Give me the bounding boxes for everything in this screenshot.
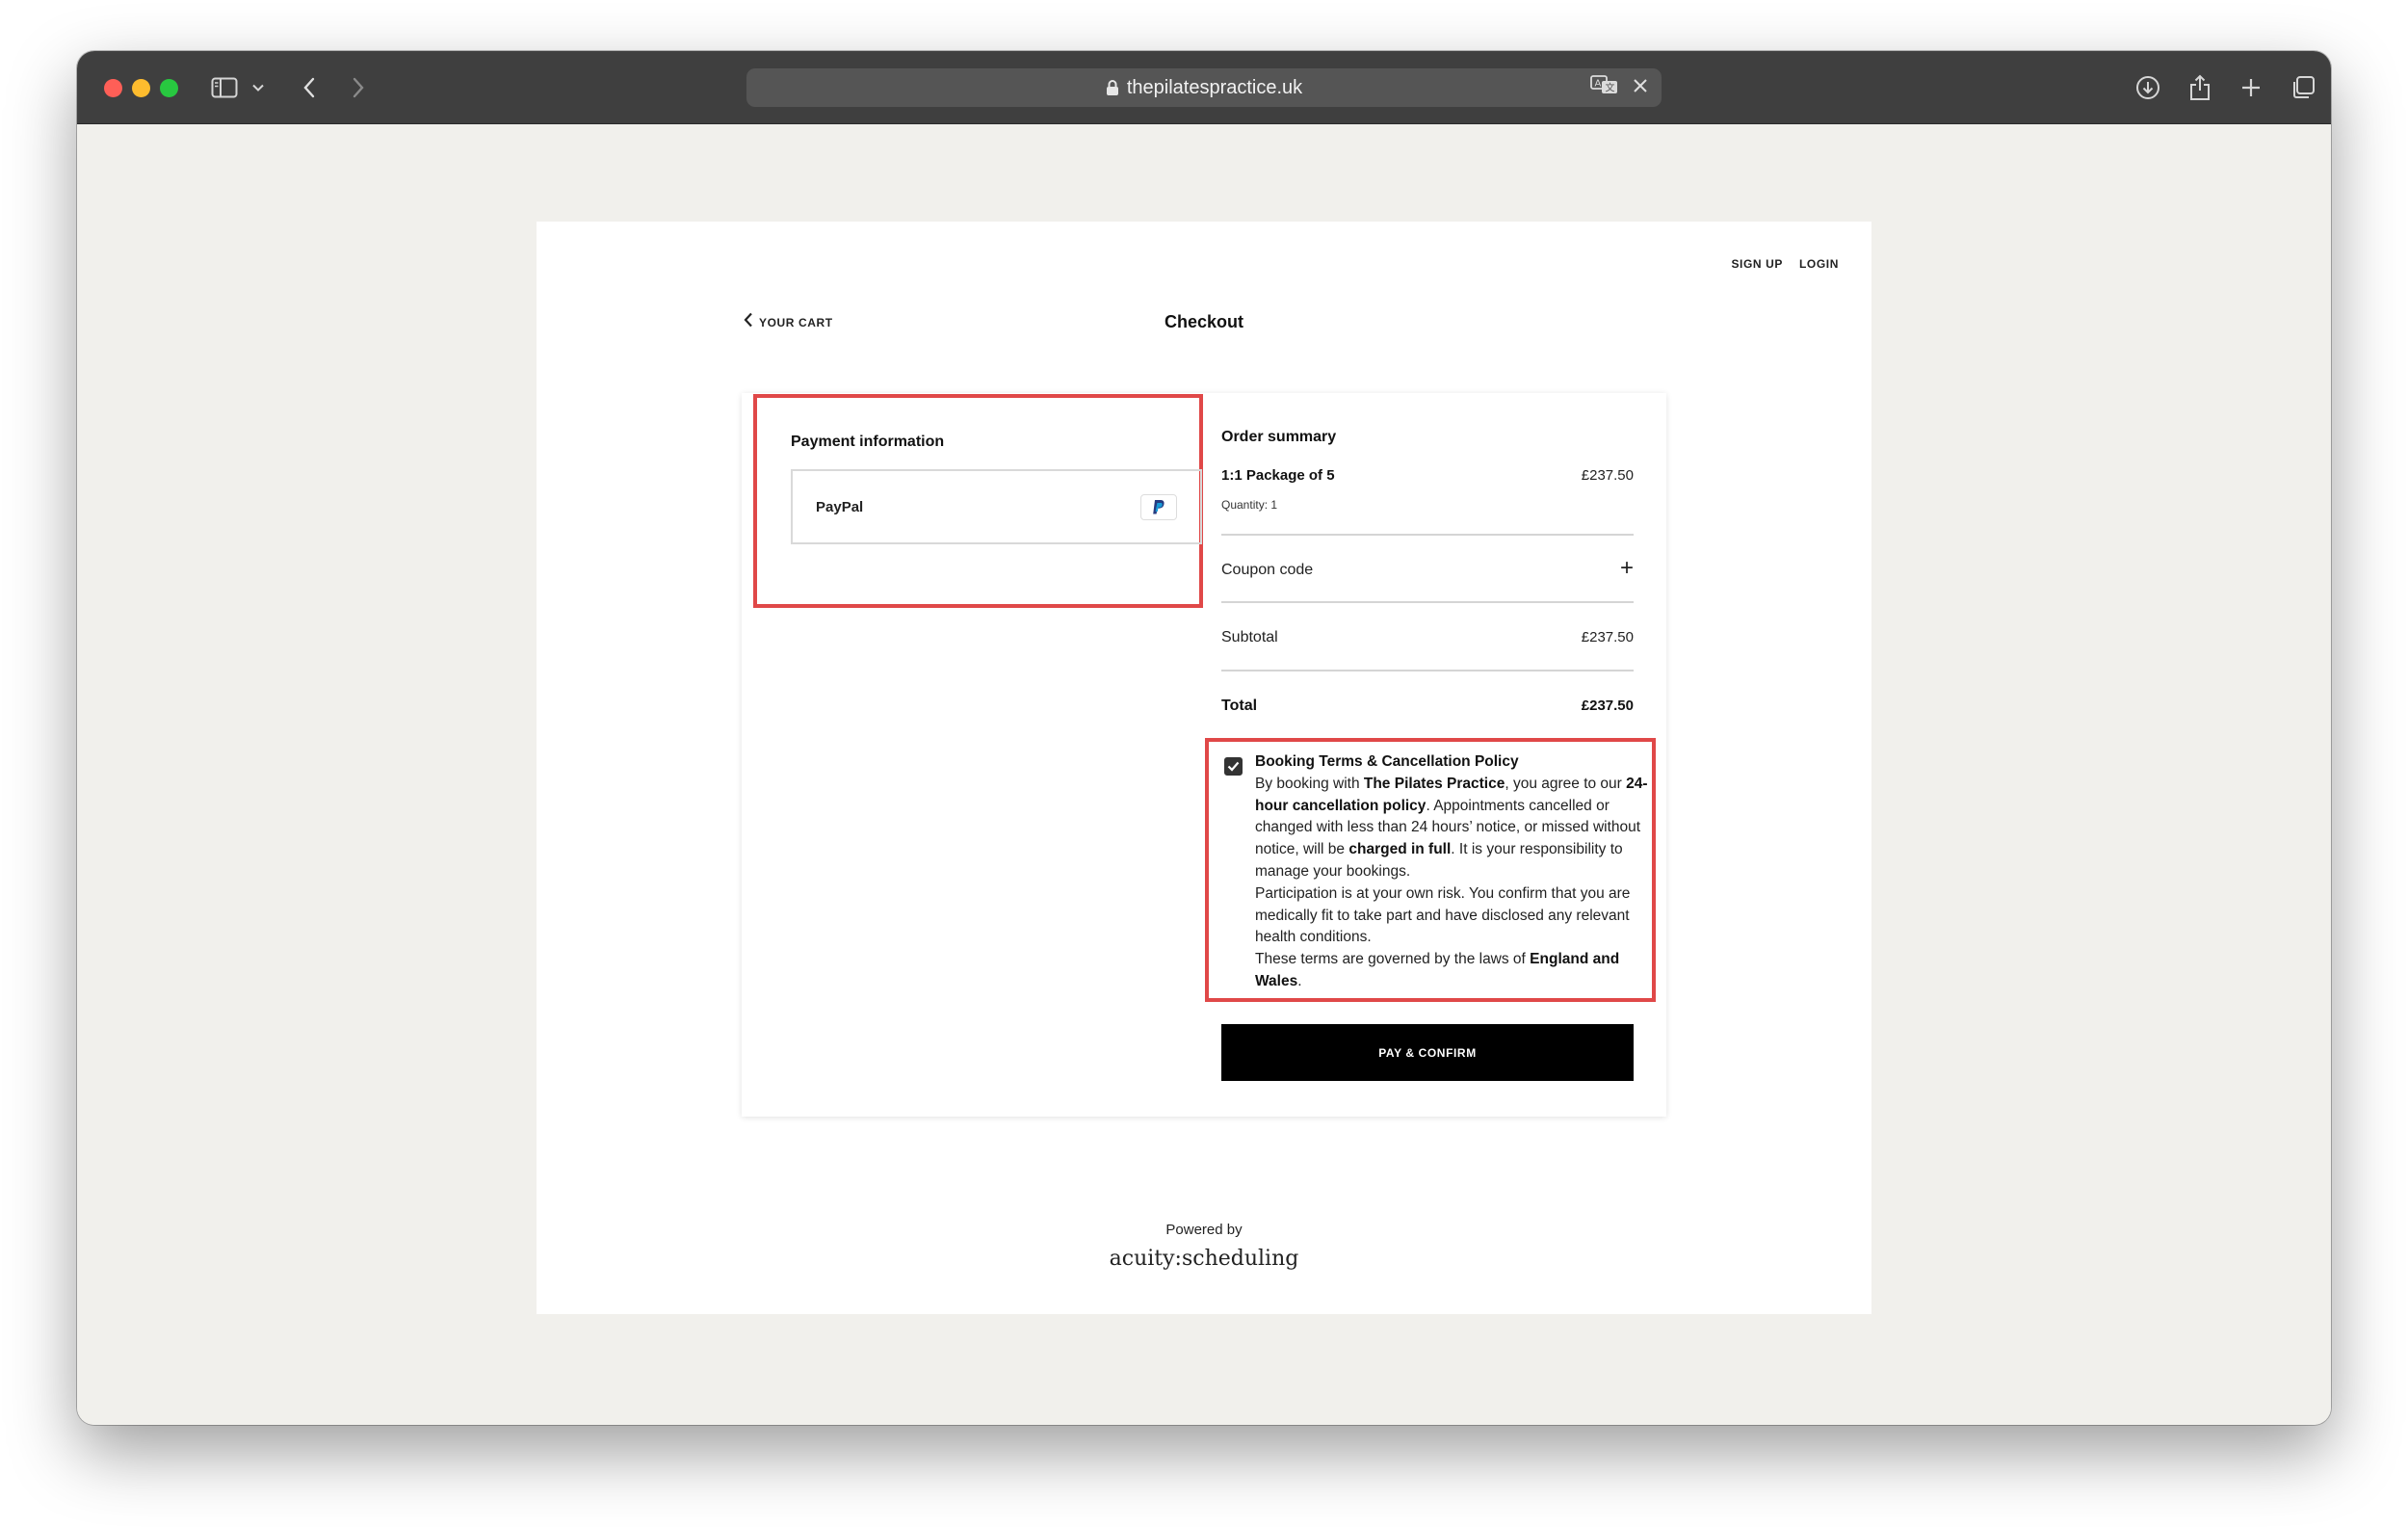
sign-up-link[interactable]: SIGN UP: [1731, 257, 1783, 271]
paypal-icon: [1140, 493, 1177, 520]
payment-title: Payment information: [791, 434, 945, 450]
paypal-label: PayPal: [816, 498, 864, 515]
svg-text:文: 文: [1606, 82, 1615, 94]
close-window-button[interactable]: [104, 79, 122, 97]
terms-text-fragment: These terms are governed by the laws of: [1255, 951, 1531, 968]
terms-text-fragment: By booking with: [1255, 775, 1364, 792]
charged-in-full-text: charged in full: [1348, 841, 1452, 858]
powered-by-label: Powered by: [1165, 1222, 1243, 1238]
browser-window: thepilatespractice.uk A文 SIGN UP LOGIN Y…: [77, 51, 2331, 1425]
terms-paragraph-law: These terms are governed by the laws of …: [1255, 949, 1648, 993]
terms-checkbox[interactable]: [1224, 757, 1243, 776]
expand-coupon-icon[interactable]: +: [1620, 557, 1634, 580]
terms-text: Booking Terms & Cancellation Policy By b…: [1255, 751, 1648, 993]
translate-icon[interactable]: A文: [1590, 74, 1619, 101]
terms-title: Booking Terms & Cancellation Policy: [1255, 753, 1519, 770]
page-title: Checkout: [1164, 312, 1243, 331]
total-value: £237.50: [1581, 698, 1634, 714]
coupon-code-label[interactable]: Coupon code: [1221, 562, 1313, 579]
browser-toolbar: thepilatespractice.uk A文: [77, 51, 2331, 124]
item-price: £237.50: [1581, 467, 1634, 484]
checkout-page: SIGN UP LOGIN YOUR CART Checkout Payment…: [537, 222, 1871, 1314]
booking-terms-section: Booking Terms & Cancellation Policy By b…: [1205, 738, 1656, 1002]
payment-information-section: Payment information PayPal: [753, 394, 1203, 608]
web-viewport: SIGN UP LOGIN YOUR CART Checkout Payment…: [77, 125, 2331, 1425]
url-text: thepilatespractice.uk: [1126, 76, 1303, 98]
zoom-window-button[interactable]: [160, 79, 178, 97]
paypal-option[interactable]: PayPal: [791, 469, 1202, 544]
share-icon[interactable]: [2186, 70, 2214, 105]
tab-overview-icon[interactable]: [2289, 70, 2317, 105]
item-name: 1:1 Package of 5: [1221, 467, 1335, 484]
lock-icon: [1106, 79, 1119, 96]
terms-text-fragment: .: [1297, 972, 1302, 989]
minimize-window-button[interactable]: [132, 79, 150, 97]
acuity-scheduling-logo[interactable]: acuity:scheduling: [537, 1247, 1871, 1271]
new-tab-icon[interactable]: [2237, 70, 2265, 105]
auth-links: SIGN UP LOGIN: [1731, 257, 1839, 271]
checkout-card: Payment information PayPal Order summary…: [742, 393, 1666, 1117]
divider: [1221, 534, 1634, 536]
subtotal-value: £237.50: [1581, 629, 1634, 645]
chevron-down-icon[interactable]: [250, 70, 266, 105]
divider: [1221, 670, 1634, 671]
terms-text-fragment: , you agree to our: [1505, 775, 1627, 792]
back-arrow-icon[interactable]: [299, 70, 320, 105]
order-summary-title: Order summary: [1221, 429, 1337, 445]
business-name: The Pilates Practice: [1363, 775, 1505, 792]
subtotal-label: Subtotal: [1221, 629, 1278, 645]
terms-paragraph-cancellation: By booking with The Pilates Practice, yo…: [1255, 774, 1648, 883]
close-tab-icon[interactable]: [1633, 77, 1648, 99]
address-bar[interactable]: thepilatespractice.uk A文: [746, 68, 1662, 107]
forward-arrow-icon[interactable]: [348, 70, 369, 105]
sidebar-toggle-icon[interactable]: [209, 70, 240, 105]
downloads-icon[interactable]: [2133, 70, 2162, 105]
divider: [1221, 601, 1634, 603]
total-label: Total: [1221, 698, 1258, 714]
pay-and-confirm-button[interactable]: PAY & CONFIRM: [1221, 1024, 1634, 1081]
svg-text:A: A: [1595, 79, 1602, 90]
terms-paragraph-risk: Participation is at your own risk. You c…: [1255, 884, 1631, 946]
item-quantity: Quantity: 1: [1221, 498, 1278, 512]
login-link[interactable]: LOGIN: [1799, 257, 1839, 271]
